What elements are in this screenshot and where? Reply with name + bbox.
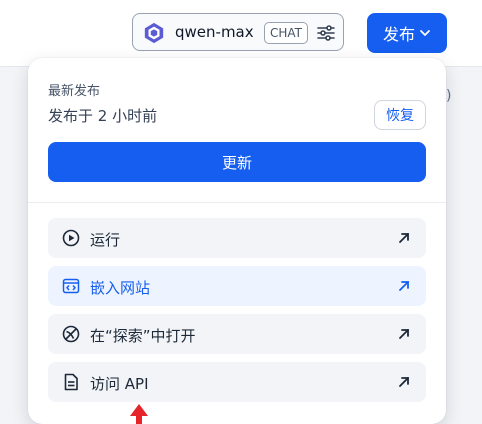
play-circle-icon: [62, 229, 80, 247]
publish-time: 发布于 2 小时前: [48, 107, 158, 125]
arrow-up-right-icon: [399, 377, 409, 387]
document-icon: [64, 373, 78, 391]
model-type-badge: CHAT: [264, 22, 309, 44]
top-bar: qwen-max CHAT 发布: [0, 0, 482, 67]
model-selector[interactable]: qwen-max CHAT: [132, 13, 344, 51]
red-pointer-arrow-icon: [130, 404, 148, 424]
arrow-up-right-icon: [399, 281, 409, 291]
embed-website-action[interactable]: 嵌入网站: [48, 266, 426, 306]
arrow-up-right-icon: [399, 329, 409, 339]
sliders-icon[interactable]: [316, 23, 336, 43]
run-action[interactable]: 运行: [48, 218, 426, 258]
publish-dropdown-panel: 最新发布 发布于 2 小时前 恢复 更新 运行 嵌入网站 在“探索”中打开 访问…: [28, 58, 446, 424]
publish-button[interactable]: 发布: [367, 13, 447, 53]
restore-button[interactable]: 恢复: [374, 100, 426, 130]
model-name: qwen-max: [175, 23, 254, 41]
embed-window-icon: [62, 278, 80, 294]
update-button[interactable]: 更新: [48, 142, 426, 182]
qwen-logo-icon: [144, 22, 164, 44]
section-label: 最新发布: [48, 84, 101, 99]
compass-icon: [62, 325, 80, 343]
access-api-action[interactable]: 访问 API: [48, 362, 426, 402]
open-in-explore-action[interactable]: 在“探索”中打开: [48, 314, 426, 354]
run-label: 运行: [90, 231, 121, 249]
open-in-explore-label: 在“探索”中打开: [90, 327, 196, 345]
background-text: ): [446, 88, 452, 104]
divider: [28, 202, 446, 203]
arrow-up-right-icon: [399, 233, 409, 243]
access-api-label: 访问 API: [90, 375, 149, 393]
embed-website-label: 嵌入网站: [90, 279, 151, 297]
chevron-down-icon: [420, 30, 430, 36]
publish-button-label: 发布: [382, 25, 415, 44]
